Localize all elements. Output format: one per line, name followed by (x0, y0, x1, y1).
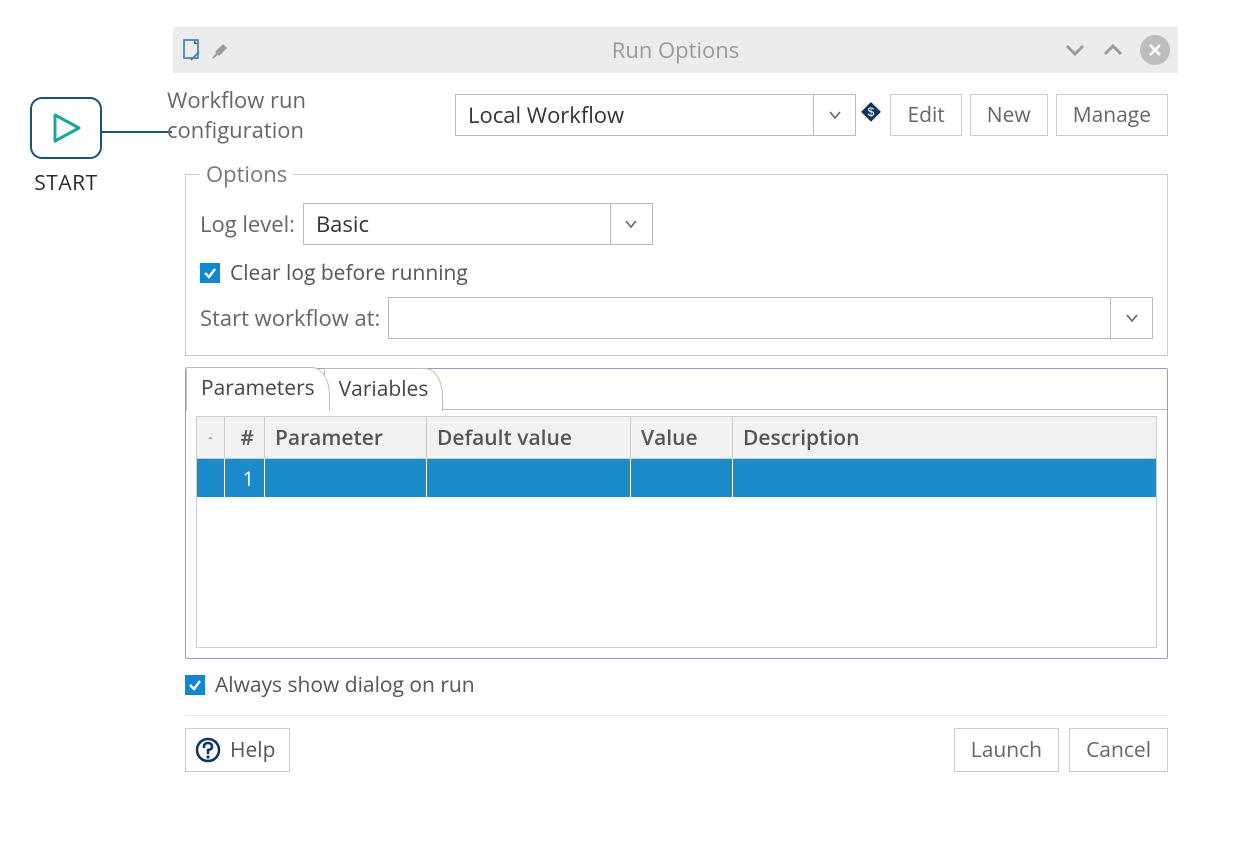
start-node[interactable] (30, 97, 102, 159)
chevron-down-icon (1125, 311, 1139, 325)
cell-number: 1 (225, 459, 265, 497)
dialog-title: Run Options (173, 35, 1178, 65)
play-icon (49, 111, 83, 145)
run-options-dialog: Run Options (173, 27, 1178, 776)
start-at-label: Start workflow at: (200, 303, 380, 333)
parameters-grid[interactable]: # Parameter Default value Value Descript… (196, 416, 1157, 648)
close-button[interactable] (1140, 35, 1170, 65)
config-label: Workflow run configuration (167, 85, 447, 145)
manage-button[interactable]: Manage (1056, 94, 1168, 136)
cell-parameter[interactable] (265, 459, 427, 497)
file-icon[interactable] (181, 38, 203, 62)
check-icon (203, 266, 217, 280)
collapse-down-icon[interactable] (1062, 37, 1088, 63)
chevron-down-icon (624, 217, 638, 231)
params-tab-panel: Parameters Variables # Parameter Default… (185, 368, 1168, 659)
launch-button[interactable]: Launch (954, 728, 1059, 772)
options-group: Options Log level: Basic Clear log befor… (185, 159, 1168, 356)
clear-log-checkbox[interactable]: Clear log before running (200, 259, 1153, 287)
col-value[interactable]: Value (631, 417, 733, 458)
col-description[interactable]: Description (733, 417, 1156, 458)
currency-badge-icon: $ (860, 101, 882, 129)
checkbox-box (200, 263, 220, 283)
sort-asc-icon (207, 432, 214, 444)
tab-parameters[interactable]: Parameters (186, 367, 330, 411)
close-icon (1147, 42, 1163, 58)
dialog-footer: Help Launch Cancel (185, 728, 1168, 772)
log-level-label: Log level: (200, 209, 295, 239)
edit-button[interactable]: Edit (890, 94, 961, 136)
grid-header: # Parameter Default value Value Descript… (197, 417, 1156, 459)
clear-log-label: Clear log before running (230, 259, 468, 287)
node-connector (102, 131, 172, 133)
table-row[interactable]: 1 (197, 459, 1156, 497)
titlebar: Run Options (173, 27, 1178, 73)
sort-indicator-col[interactable] (197, 417, 225, 458)
log-level-combo[interactable]: Basic (303, 203, 653, 245)
col-number[interactable]: # (225, 417, 265, 458)
new-button[interactable]: New (970, 94, 1048, 136)
start-label: START (30, 169, 102, 197)
always-show-label: Always show dialog on run (215, 671, 475, 699)
collapse-up-icon[interactable] (1100, 37, 1126, 63)
help-button[interactable]: Help (185, 728, 290, 772)
checkbox-box (185, 675, 205, 695)
help-label: Help (230, 736, 275, 764)
tab-strip: Parameters Variables (186, 368, 1167, 410)
start-at-combo-button[interactable] (1110, 298, 1152, 338)
cell-value[interactable] (631, 459, 733, 497)
col-default[interactable]: Default value (427, 417, 631, 458)
tab-variables[interactable]: Variables (324, 368, 444, 411)
config-combo-text: Local Workflow (456, 95, 813, 135)
always-show-checkbox[interactable]: Always show dialog on run (185, 671, 1168, 699)
config-combo-button[interactable] (813, 95, 855, 135)
svg-text:$: $ (868, 105, 875, 119)
config-combo[interactable]: Local Workflow (455, 94, 856, 136)
log-level-combo-button[interactable] (610, 204, 652, 244)
check-icon (188, 678, 202, 692)
pin-icon[interactable] (211, 40, 231, 60)
start-at-combo[interactable] (388, 297, 1153, 339)
cell-description[interactable] (733, 459, 1156, 497)
footer-divider (185, 715, 1168, 716)
col-parameter[interactable]: Parameter (265, 417, 427, 458)
chevron-down-icon (828, 108, 842, 122)
log-level-value: Basic (304, 204, 610, 244)
cancel-button[interactable]: Cancel (1069, 728, 1168, 772)
options-legend: Options (200, 159, 293, 189)
help-icon (194, 736, 222, 764)
cell-default[interactable] (427, 459, 631, 497)
start-at-value (389, 298, 1110, 338)
